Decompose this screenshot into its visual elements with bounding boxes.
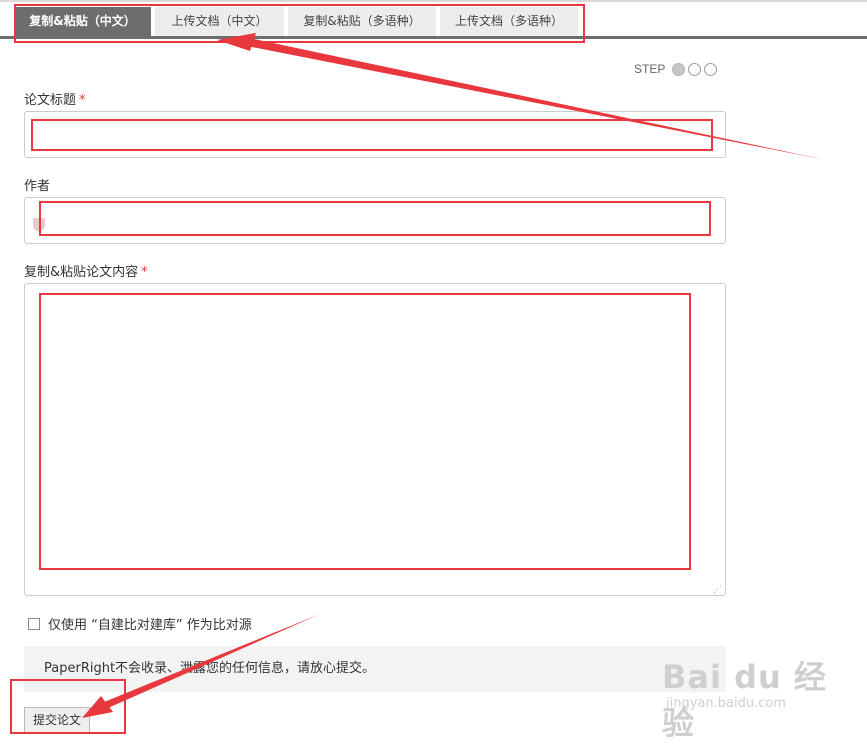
checkbox-label: 仅使用 “自建比对建库” 作为比对源 <box>48 618 252 633</box>
step-dot-3 <box>704 62 718 76</box>
self-library-checkbox[interactable] <box>28 617 40 630</box>
resize-grip-icon[interactable]: ⋰ <box>713 584 723 594</box>
watermark-url: jingyan.baidu.com <box>666 696 786 711</box>
author-label-text: 作者 <box>24 179 51 194</box>
annotation-box-tabs <box>14 4 585 43</box>
step-dot-2 <box>688 62 702 76</box>
checkbox-row[interactable]: 仅使用 “自建比对建库” 作为比对源 <box>28 614 252 633</box>
title-label-text: 论文标题 <box>24 93 77 108</box>
content-label: 复制&粘贴论文内容 * <box>24 261 148 280</box>
content-label-text: 复制&粘贴论文内容 <box>24 265 139 280</box>
required-mark: * <box>79 93 86 108</box>
annotation-box-submit <box>10 679 126 734</box>
step-indicator: STEP <box>634 60 718 78</box>
title-label: 论文标题 * <box>24 89 86 108</box>
baidu-jingyan-watermark: Bai du 经验 jingyan.baidu.com <box>662 652 852 742</box>
annotation-box-author <box>39 201 711 236</box>
step-label: STEP <box>634 62 666 76</box>
privacy-notice: PaperRight不会收录、泄露您的任何信息，请放心提交。 <box>24 646 726 692</box>
step-dot-1 <box>672 62 686 76</box>
author-label: 作者 <box>24 175 50 194</box>
required-mark: * <box>141 265 148 280</box>
annotation-box-content <box>39 293 691 570</box>
annotation-box-title <box>31 119 713 151</box>
